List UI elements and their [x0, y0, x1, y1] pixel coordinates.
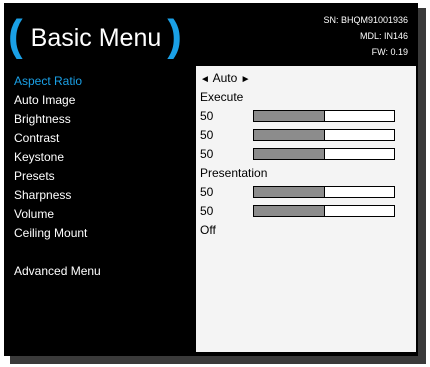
values-area: ◄ Auto ► Execute 50 50 50 Presentation 5… [196, 66, 416, 352]
brightness-slider[interactable] [253, 110, 395, 122]
brightness-slider-fill [254, 111, 325, 121]
close-paren-glyph: ) [167, 11, 182, 60]
serial-number: SN: BHQM91001936 [323, 15, 408, 25]
menu-item-brightness[interactable]: Brightness [14, 110, 71, 129]
menu-item-auto-image[interactable]: Auto Image [14, 91, 75, 110]
volume-slider[interactable] [253, 205, 395, 217]
menu-item-sharpness[interactable]: Sharpness [14, 186, 71, 205]
open-paren-glyph: ( [8, 11, 23, 60]
ceiling-mount-value[interactable]: Off [200, 221, 216, 240]
sharpness-slider-fill [254, 187, 325, 197]
sharpness-row: 50 [200, 183, 400, 202]
menu-list: Aspect Ratio Auto Image Brightness Contr… [8, 69, 194, 354]
keystone-slider-fill [254, 149, 325, 159]
brightness-row: 50 [200, 107, 400, 126]
contrast-row: 50 [200, 126, 400, 145]
device-info: SN: BHQM91001936 MDL: IN146 FW: 0.19 [323, 12, 408, 60]
brightness-value: 50 [200, 109, 214, 123]
aspect-ratio-selector[interactable]: ◄ Auto ► [200, 69, 251, 88]
contrast-value: 50 [200, 128, 214, 142]
menu-item-volume[interactable]: Volume [14, 205, 54, 224]
presets-value[interactable]: Presentation [200, 164, 267, 183]
auto-image-value[interactable]: Execute [200, 88, 243, 107]
firmware-version: FW: 0.19 [371, 47, 408, 57]
contrast-slider-fill [254, 130, 325, 140]
volume-value: 50 [200, 204, 214, 218]
aspect-ratio-value: Auto [212, 71, 238, 85]
contrast-slider[interactable] [253, 129, 395, 141]
volume-slider-fill [254, 206, 325, 216]
right-arrow-icon[interactable]: ► [241, 70, 251, 89]
menu-item-presets[interactable]: Presets [14, 167, 55, 186]
menu-item-keystone[interactable]: Keystone [14, 148, 64, 167]
sharpness-value: 50 [200, 185, 214, 199]
menu-item-advanced-menu[interactable]: Advanced Menu [14, 262, 101, 281]
sharpness-slider[interactable] [253, 186, 395, 198]
page-title: Basic Menu [30, 23, 162, 52]
menu-title: ( Basic Menu ) [8, 13, 182, 63]
menu-item-aspect-ratio[interactable]: Aspect Ratio [14, 72, 82, 91]
volume-row: 50 [200, 202, 400, 221]
keystone-row: 50 [200, 145, 400, 164]
keystone-slider[interactable] [253, 148, 395, 160]
menu-item-contrast[interactable]: Contrast [14, 129, 59, 148]
model-number: MDL: IN146 [359, 31, 408, 41]
left-arrow-icon[interactable]: ◄ [200, 70, 210, 89]
keystone-value: 50 [200, 147, 214, 161]
menu-item-ceiling-mount[interactable]: Ceiling Mount [14, 224, 87, 243]
